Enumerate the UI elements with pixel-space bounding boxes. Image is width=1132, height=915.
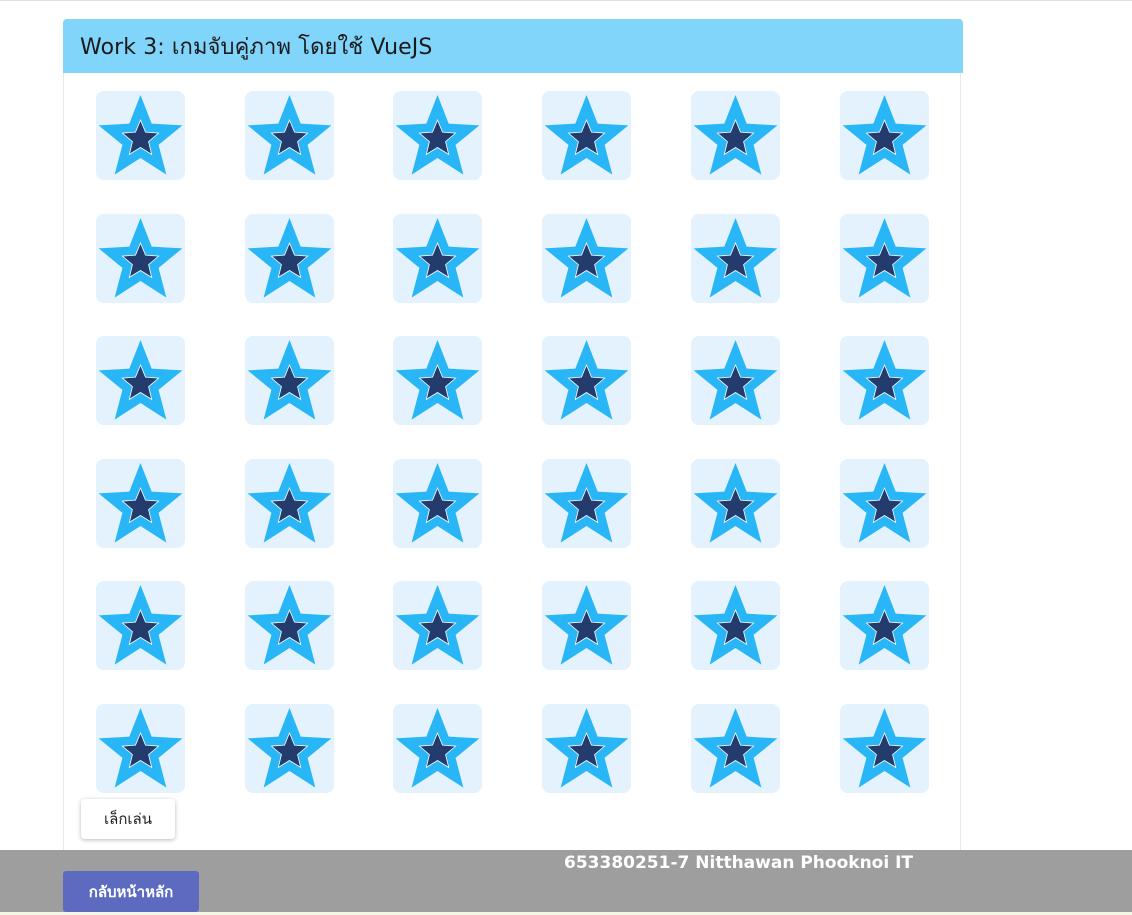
memory-card[interactable] (542, 336, 632, 426)
memory-card[interactable] (839, 213, 929, 303)
memory-card[interactable] (393, 91, 483, 180)
star-icon (544, 462, 629, 543)
game-card (63, 19, 961, 869)
memory-card[interactable] (96, 91, 185, 180)
star-icon (247, 585, 332, 665)
star-icon (693, 708, 778, 788)
memory-card[interactable] (96, 336, 185, 426)
memory-card[interactable] (96, 704, 185, 793)
star-icon (247, 462, 332, 543)
star-icon (396, 217, 480, 298)
star-icon (98, 708, 183, 788)
memory-card[interactable] (393, 458, 483, 548)
star-icon (693, 462, 778, 543)
memory-card[interactable] (244, 458, 334, 548)
memory-card[interactable] (244, 336, 334, 426)
memory-card[interactable] (839, 458, 929, 548)
footer-credit: 653380251-7 Nitthawan Phooknoi IT (564, 853, 914, 873)
memory-card[interactable] (542, 704, 632, 793)
memory-card[interactable] (393, 704, 483, 793)
memory-card[interactable] (690, 213, 780, 303)
memory-card[interactable] (96, 581, 185, 671)
star-icon (544, 585, 629, 665)
star-icon (693, 95, 778, 175)
star-icon (842, 340, 926, 420)
star-icon (842, 462, 926, 543)
star-icon (247, 708, 332, 788)
star-icon (396, 708, 480, 788)
star-icon (842, 585, 926, 665)
card-header: Work 3: เกมจับคู่ภาพ โดยใช้ VueJS (63, 19, 963, 73)
memory-card[interactable] (839, 91, 929, 180)
memory-card[interactable] (542, 213, 632, 303)
star-icon (842, 708, 926, 788)
play-button[interactable]: เล็กเล่น (81, 799, 175, 839)
memory-card[interactable] (393, 213, 483, 303)
star-icon (98, 462, 183, 543)
memory-card[interactable] (839, 336, 929, 426)
memory-card[interactable] (244, 91, 334, 180)
memory-card[interactable] (542, 458, 632, 548)
star-icon (544, 708, 629, 788)
page-title: Work 3: เกมจับคู่ภาพ โดยใช้ VueJS (80, 34, 433, 60)
star-icon (247, 340, 332, 420)
memory-card[interactable] (839, 581, 929, 671)
star-icon (842, 217, 926, 298)
memory-card[interactable] (96, 458, 185, 548)
memory-card[interactable] (690, 336, 780, 426)
star-icon (396, 462, 480, 543)
star-icon (98, 585, 183, 665)
star-icon (693, 217, 778, 298)
memory-card[interactable] (839, 704, 929, 793)
memory-card[interactable] (690, 581, 780, 671)
star-icon (396, 95, 480, 175)
memory-card[interactable] (542, 91, 632, 180)
memory-card[interactable] (96, 213, 185, 303)
memory-card[interactable] (690, 458, 780, 548)
star-icon (693, 585, 778, 665)
star-icon (247, 217, 332, 298)
memory-card[interactable] (393, 336, 483, 426)
star-icon (247, 95, 332, 175)
star-icon (98, 217, 183, 298)
memory-card[interactable] (690, 91, 780, 180)
star-icon (842, 95, 926, 175)
memory-card[interactable] (244, 581, 334, 671)
star-icon (396, 340, 480, 420)
star-icon (544, 340, 629, 420)
back-home-button[interactable]: กลับหน้าหลัก (63, 871, 199, 912)
top-divider (0, 0, 1132, 1)
star-icon (98, 95, 183, 175)
star-icon (544, 95, 629, 175)
memory-card[interactable] (542, 581, 632, 671)
memory-card[interactable] (244, 704, 334, 793)
star-icon (544, 217, 629, 298)
memory-card[interactable] (393, 581, 483, 671)
memory-card[interactable] (244, 213, 334, 303)
star-icon (693, 340, 778, 420)
memory-card[interactable] (690, 704, 780, 793)
star-icon (396, 585, 480, 665)
star-icon (98, 340, 183, 420)
